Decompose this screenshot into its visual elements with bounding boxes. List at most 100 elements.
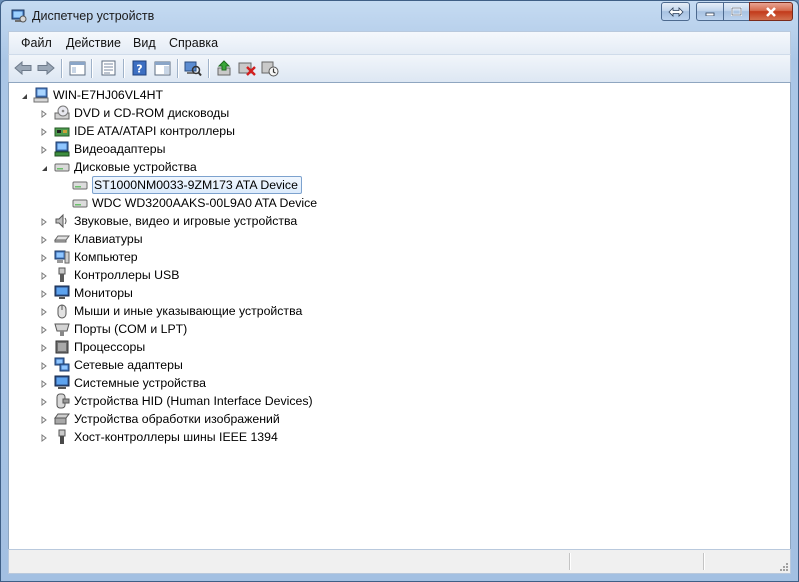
tree-item-usb[interactable]: Контроллеры USB	[54, 266, 179, 284]
menu-file[interactable]: Файл	[21, 36, 52, 50]
device-tree[interactable]: WIN-E7HJ06VL4HT DVD и CD-ROM дисководы I…	[8, 82, 791, 550]
status-separator	[703, 553, 705, 570]
expand-arrow[interactable]	[40, 308, 48, 316]
tree-item-imaging[interactable]: Устройства обработки изображений	[54, 410, 280, 428]
keyboard-icon	[54, 235, 70, 243]
expand-arrow[interactable]	[40, 326, 48, 334]
uninstall-device-button[interactable]	[238, 59, 256, 77]
tree-item-label: Видеоадаптеры	[74, 142, 166, 156]
expand-arrow[interactable]	[40, 218, 48, 226]
tree-item-hid[interactable]: Устройства HID (Human Interface Devices)	[54, 392, 313, 410]
collapse-arrow[interactable]	[20, 92, 28, 100]
add-legacy-hardware-icon	[261, 61, 279, 76]
caption-buttons	[661, 2, 793, 22]
tree-item-label: Компьютер	[74, 250, 138, 264]
back-button[interactable]	[14, 59, 32, 77]
menu-action[interactable]: Действие	[66, 36, 121, 50]
resize-grip-icon[interactable]	[778, 561, 788, 571]
maximize-button[interactable]	[723, 2, 749, 21]
toolbar-separator	[123, 59, 125, 78]
tree-item-network[interactable]: Сетевые адаптеры	[54, 356, 183, 374]
collapsed-arrow-icon	[41, 362, 47, 370]
add-legacy-hardware-button[interactable]	[261, 59, 279, 77]
expand-arrow[interactable]	[40, 236, 48, 244]
collapsed-arrow-icon	[41, 110, 47, 118]
title-bar[interactable]: Диспетчер устройств	[1, 1, 798, 31]
expand-arrow[interactable]	[40, 272, 48, 280]
tree-item-sound[interactable]: Звуковые, видео и игровые устройства	[54, 212, 297, 230]
mouse-icon	[57, 304, 67, 319]
tree-item-processors[interactable]: Процессоры	[54, 338, 145, 356]
tree-item-ieee1394[interactable]: Хост-контроллеры шины IEEE 1394	[54, 428, 278, 446]
dvd-drive-icon	[54, 105, 70, 120]
toolbar: ?	[8, 54, 791, 83]
collapsed-arrow-icon	[41, 308, 47, 316]
tree-item-system[interactable]: Системные устройства	[54, 374, 206, 392]
display-adapter-icon	[54, 141, 70, 157]
expand-arrow[interactable]	[40, 146, 48, 154]
window-title: Диспетчер устройств	[32, 9, 155, 23]
action-pane-icon	[154, 61, 170, 75]
expand-arrow[interactable]	[40, 398, 48, 406]
collapsed-arrow-icon	[41, 218, 47, 226]
tree-item-label: Звуковые, видео и игровые устройства	[74, 214, 298, 228]
tree-item-computer[interactable]: Компьютер	[54, 248, 138, 266]
tree-item-ports[interactable]: Порты (COM и LPT)	[54, 320, 187, 338]
collapsed-arrow-icon	[41, 380, 47, 388]
tree-item-monitors[interactable]: Мониторы	[54, 284, 133, 302]
tree-item-disk-drives[interactable]: Дисковые устройства	[54, 158, 197, 176]
tree-item-label: Контроллеры USB	[74, 268, 180, 282]
collapsed-arrow-icon	[41, 416, 47, 424]
back-arrow-icon	[14, 61, 32, 75]
tree-item-label: Хост-контроллеры шины IEEE 1394	[74, 430, 278, 444]
expand-arrow[interactable]	[40, 362, 48, 370]
tree-item-ide[interactable]: IDE ATA/ATAPI контроллеры	[54, 122, 235, 140]
help-icon: ?	[132, 60, 146, 76]
collapsed-arrow-icon	[41, 290, 47, 298]
collapsed-arrow-icon	[41, 272, 47, 280]
svg-text:?: ?	[136, 63, 142, 76]
device-manager-window: Диспетчер устройств Файл Действие Вид Сп…	[0, 0, 799, 582]
show-hide-console-tree-icon	[69, 61, 85, 75]
monitor-icon	[54, 285, 70, 299]
ieee1394-icon	[58, 429, 66, 444]
collapsed-arrow-icon	[41, 434, 47, 442]
tree-item-dvd[interactable]: DVD и CD-ROM дисководы	[54, 104, 229, 122]
expand-arrow[interactable]	[40, 416, 48, 424]
expand-arrow[interactable]	[40, 434, 48, 442]
processor-icon	[55, 340, 69, 354]
toolbar-separator	[61, 59, 63, 78]
expand-arrow[interactable]	[40, 254, 48, 262]
tree-item-disk-st1000[interactable]: ST1000NM0033-9ZM173 ATA Device	[72, 176, 302, 194]
expand-arrow[interactable]	[40, 110, 48, 118]
expand-arrow[interactable]	[40, 380, 48, 388]
tree-root[interactable]: WIN-E7HJ06VL4HT	[33, 86, 163, 104]
close-button[interactable]	[749, 2, 793, 21]
scan-hardware-button[interactable]	[184, 59, 202, 77]
menu-help[interactable]: Справка	[169, 36, 218, 50]
switch-window-button[interactable]	[661, 2, 690, 21]
properties-button[interactable]	[99, 59, 117, 77]
update-driver-button[interactable]	[215, 59, 233, 77]
expand-arrow[interactable]	[40, 290, 48, 298]
tree-item-mice[interactable]: Мыши и иные указывающие устройства	[54, 302, 302, 320]
expand-arrow[interactable]	[40, 344, 48, 352]
expanded-arrow-icon	[41, 165, 47, 171]
menu-view[interactable]: Вид	[133, 36, 156, 50]
tree-item-disk-wdc[interactable]: WDC WD3200AAKS-00L9A0 ATA Device	[72, 194, 317, 212]
help-button[interactable]: ?	[130, 59, 148, 77]
minimize-button[interactable]	[696, 2, 723, 21]
tree-item-label: Мыши и иные указывающие устройства	[74, 304, 303, 318]
collapse-arrow[interactable]	[40, 164, 48, 172]
double-arrow-icon	[667, 6, 684, 17]
tree-item-keyboards[interactable]: Клавиатуры	[54, 230, 143, 248]
console-tree-button[interactable]	[68, 59, 86, 77]
expand-arrow[interactable]	[40, 128, 48, 136]
speaker-icon	[55, 213, 67, 229]
tree-item-label: Клавиатуры	[74, 232, 143, 246]
tree-item-label: DVD и CD-ROM дисководы	[74, 106, 230, 120]
properties-icon	[101, 60, 115, 76]
action-pane-button[interactable]	[153, 59, 171, 77]
tree-item-display[interactable]: Видеоадаптеры	[54, 140, 165, 158]
forward-button[interactable]	[37, 59, 55, 77]
